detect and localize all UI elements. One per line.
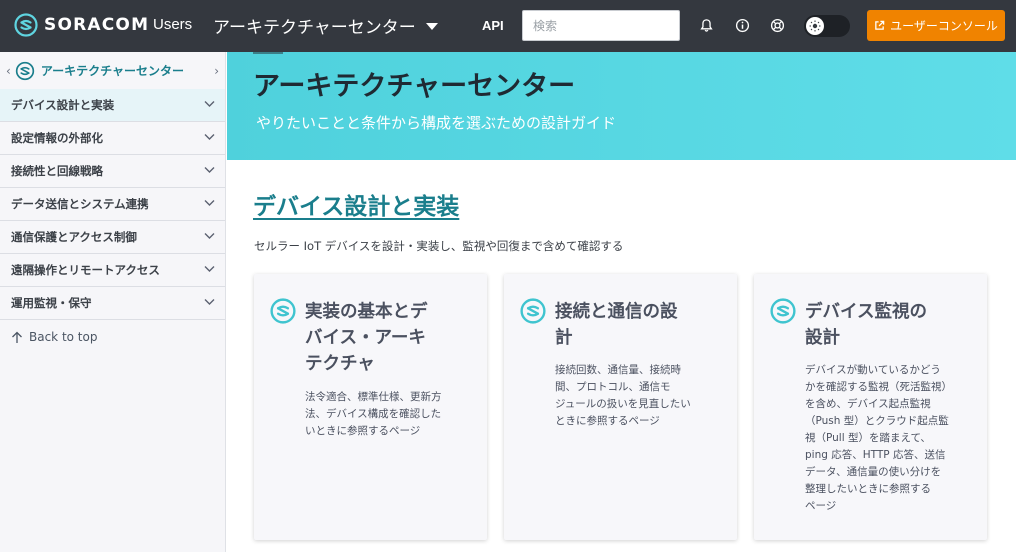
chevron-down-icon (204, 233, 215, 239)
info-button[interactable] (733, 16, 751, 34)
card-description: デバイスが動いているかどう かを確認する監視（死活監視） を含め、デバイス起点監… (805, 364, 952, 512)
chevron-right-icon[interactable]: › (214, 64, 219, 78)
page-title: アーキテクチャーセンター (253, 71, 576, 102)
sidebar-item-operations[interactable]: 運用監視・保守 (0, 287, 225, 320)
back-to-top-link[interactable]: Back to top (0, 320, 225, 354)
chevron-down-icon (425, 23, 438, 30)
theme-toggle-knob (806, 17, 824, 35)
page-subtitle: やりたいことと条件から構成を選ぶための設計ガイド (256, 114, 617, 132)
notifications-button[interactable] (697, 16, 715, 34)
chevron-left-icon[interactable]: ‹ (6, 64, 11, 78)
support-button[interactable] (768, 16, 786, 34)
chevron-down-icon (204, 167, 215, 173)
sidebar-item-label: 遠隔操作とリモートアクセス (11, 263, 160, 277)
sidebar-header-title[interactable]: アーキテクチャーセンター (41, 62, 184, 79)
search-input[interactable] (522, 10, 680, 41)
soracom-logo-icon (270, 298, 296, 324)
sidebar-item-device-design[interactable]: デバイス設計と実装 (0, 89, 225, 122)
back-to-top-label: Back to top (29, 330, 98, 344)
hero-accent-line (253, 52, 283, 54)
chevron-down-icon (204, 101, 215, 107)
section-description: セルラー IoT デバイスを設計・実装し、監視や回復まで含めて確認する (254, 239, 624, 253)
user-console-button[interactable]: ユーザーコンソール (867, 10, 1005, 41)
sidebar-item-label: 設定情報の外部化 (11, 131, 103, 145)
card-device-monitoring[interactable]: デバイス監視の 設計 デバイスが動いているかどう かを確認する監視（死活監視） … (754, 274, 987, 540)
sidebar-item-config-externalization[interactable]: 設定情報の外部化 (0, 122, 225, 155)
sidebar: ‹ アーキテクチャーセンター › デバイス設計と実装 設定情報の外部化 接続性と… (0, 52, 226, 552)
theme-toggle[interactable] (804, 15, 850, 37)
bell-icon (699, 18, 713, 32)
sidebar-item-label: 通信保護とアクセス制御 (11, 230, 137, 244)
api-link[interactable]: API (482, 18, 504, 33)
users-label[interactable]: Users (153, 16, 192, 33)
sidebar-item-security[interactable]: 通信保護とアクセス制御 (0, 221, 225, 254)
soracom-logo-icon (14, 13, 38, 37)
section-selector-label: アーキテクチャーセンター (213, 18, 416, 38)
architecture-center-logo-icon (15, 61, 34, 80)
card-implementation-basics[interactable]: 実装の基本とデ バイス・アーキ テクチャ 法令適合、標準仕様、更新方 法、デバイ… (254, 274, 487, 540)
info-icon (735, 18, 749, 32)
sidebar-item-label: データ送信とシステム連携 (11, 197, 149, 211)
chevron-down-icon (204, 134, 215, 140)
chevron-down-icon (204, 299, 215, 305)
sidebar-item-label: 接続性と回線戦略 (11, 164, 103, 178)
hero-banner: アーキテクチャーセンター やりたいことと条件から構成を選ぶための設計ガイド (227, 52, 1016, 160)
section-selector-dropdown[interactable]: アーキテクチャーセンター (213, 13, 438, 38)
sidebar-item-connectivity[interactable]: 接続性と回線戦略 (0, 155, 225, 188)
chevron-down-icon (204, 200, 215, 206)
sidebar-item-data-transfer[interactable]: データ送信とシステム連携 (0, 188, 225, 221)
card-description: 法令適合、標準仕様、更新方 法、デバイス構成を確認した いときに参照するページ (305, 391, 442, 437)
sidebar-item-remote-access[interactable]: 遠隔操作とリモートアクセス (0, 254, 225, 287)
card-title: 接続と通信の設 計 (555, 302, 678, 348)
soracom-logo-icon (770, 298, 796, 324)
sidebar-item-label: 運用監視・保守 (11, 296, 92, 310)
card-title: 実装の基本とデ バイス・アーキ テクチャ (305, 302, 428, 374)
main-content: アーキテクチャーセンター やりたいことと条件から構成を選ぶための設計ガイド デバ… (227, 52, 1016, 552)
top-navigation-bar: SORACOM Users アーキテクチャーセンター API 検索 ユーザーコン… (0, 0, 1016, 52)
card-description: 接続回数、通信量、接続時 間、プロトコル、通信モ ジュールの扱いを見直したい と… (555, 364, 691, 427)
sidebar-item-label: デバイス設計と実装 (11, 98, 115, 112)
card-connection-communication[interactable]: 接続と通信の設 計 接続回数、通信量、接続時 間、プロトコル、通信モ ジュールの… (504, 274, 737, 540)
sidebar-header[interactable]: ‹ アーキテクチャーセンター › (0, 52, 225, 89)
external-link-icon (875, 20, 885, 30)
brand-name: SORACOM (44, 15, 150, 35)
section-title-link[interactable]: デバイス設計と実装 (253, 187, 459, 221)
soracom-logo-icon (520, 298, 546, 324)
chevron-down-icon (204, 266, 215, 272)
arrow-up-icon (12, 331, 22, 343)
soracom-logo[interactable]: SORACOM (14, 13, 149, 37)
user-console-label: ユーザーコンソール (890, 19, 998, 33)
card-title: デバイス監視の 設計 (805, 302, 927, 348)
support-icon (770, 18, 784, 32)
sun-icon (809, 20, 821, 32)
